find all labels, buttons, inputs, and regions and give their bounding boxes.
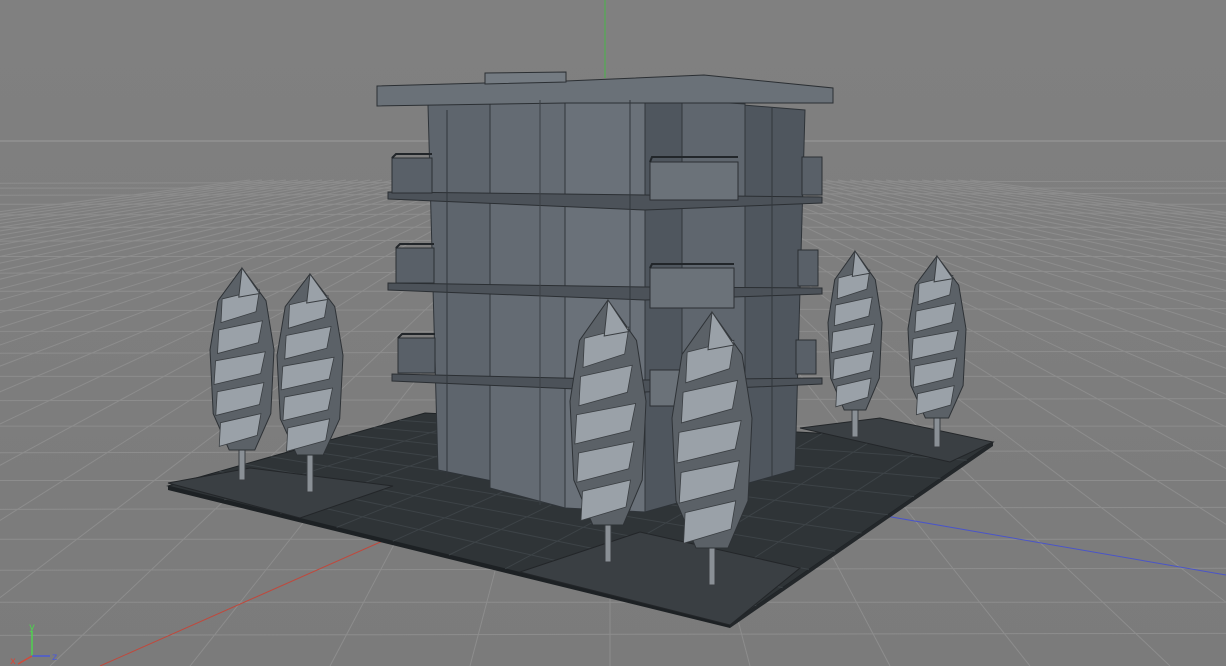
gizmo-z-label: z xyxy=(52,652,57,663)
grid-line xyxy=(0,179,419,280)
grid-line xyxy=(921,179,1226,225)
scene-canvas[interactable]: y z x xyxy=(0,0,1226,666)
tree-tip xyxy=(851,249,871,278)
grid-line xyxy=(897,179,1226,233)
gizmo-x-label: x xyxy=(10,656,16,666)
grid-line xyxy=(765,179,1226,315)
world-z-axis xyxy=(879,514,1226,576)
gizmo-x-axis xyxy=(17,655,33,665)
grid-line xyxy=(0,632,1226,636)
gizmo-y-label: y xyxy=(29,622,35,633)
tree-tip xyxy=(306,272,330,304)
grid-line xyxy=(945,179,1226,219)
tree-tip xyxy=(933,254,954,283)
3d-viewport[interactable]: y z x xyxy=(0,0,1226,666)
world-x-axis xyxy=(99,539,386,666)
tree-model[interactable] xyxy=(827,249,883,438)
grid-line xyxy=(909,179,1226,229)
tree-model[interactable] xyxy=(907,254,967,448)
axis-gizmo: y z x xyxy=(10,622,57,666)
tree-model[interactable] xyxy=(209,266,275,481)
grid-line xyxy=(969,179,1226,213)
grid-line xyxy=(0,179,431,290)
grid-line xyxy=(957,179,1226,216)
grid-line xyxy=(0,179,251,213)
